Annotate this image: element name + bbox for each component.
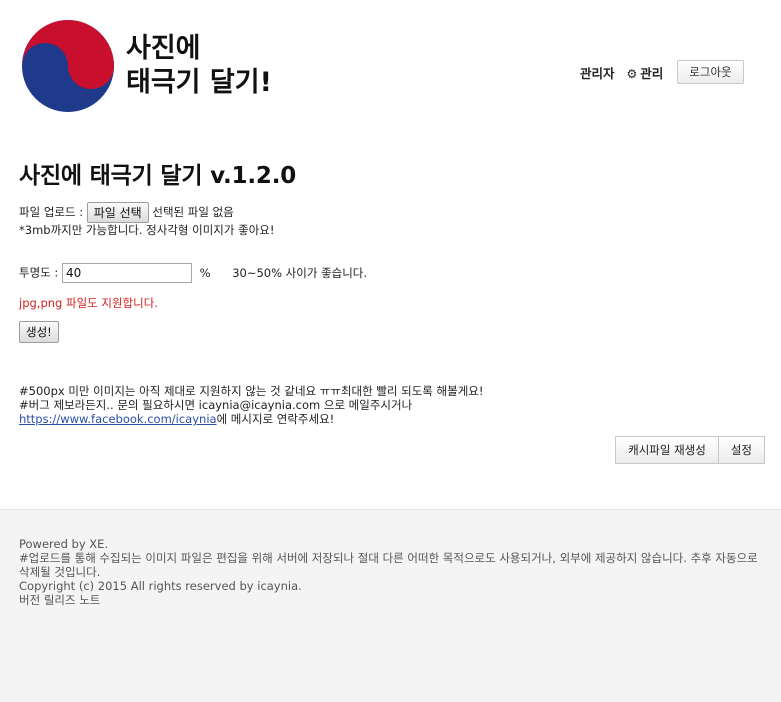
- logout-button[interactable]: 로그아웃: [677, 60, 744, 84]
- regenerate-cache-button[interactable]: 캐시파일 재생성: [615, 436, 719, 464]
- opacity-unit: %: [199, 265, 211, 280]
- release-notes-link[interactable]: 버전 릴리즈 노트: [19, 593, 765, 607]
- notice-line-3-suffix: 에 메시지로 연락주세요!: [216, 412, 335, 426]
- settings-button[interactable]: 설정: [718, 436, 765, 464]
- footer-disclaimer: #업로드를 통해 수집되는 이미지 파일은 편집을 위해 서버에 저장되나 절대…: [19, 551, 758, 579]
- opacity-hint: 30~50% 사이가 좋습니다.: [232, 265, 368, 280]
- admin-button-group: 캐시파일 재생성 설정: [615, 436, 765, 464]
- file-status: 선택된 파일 없음: [152, 205, 234, 219]
- opacity-label: 투명도 :: [19, 265, 59, 280]
- gear-icon: ⚙: [626, 66, 638, 81]
- main-content: 사진에 태극기 달기! 관리자 ⚙ 관리 로그아웃 사진에 태극기 달기 v.1.…: [0, 0, 781, 510]
- facebook-link[interactable]: https://www.facebook.com/icaynia: [19, 412, 217, 426]
- site-title-line1: 사진에: [126, 33, 201, 64]
- opacity-input[interactable]: 40: [61, 263, 192, 283]
- site-title-line2: 태극기 달기!: [126, 67, 272, 98]
- size-note: *3mb까지만 가능합니다. 정사각형 이미지가 좋아요!: [19, 223, 275, 237]
- page-title: 사진에 태극기 달기 v.1.2.0: [19, 163, 297, 189]
- file-select-button[interactable]: 파일 선택: [86, 202, 149, 223]
- site-title[interactable]: 사진에 태극기 달기!: [126, 32, 272, 100]
- footer: Powered by XE. #업로드를 통해 수집되는 이미지 파일은 편집을…: [19, 537, 765, 607]
- copyright: Copyright (c) 2015 All rights reserved b…: [19, 579, 302, 593]
- powered-by: Powered by XE.: [19, 537, 109, 551]
- upload-label: 파일 업로드 :: [19, 205, 84, 219]
- top-nav: 관리자 ⚙ 관리 로그아웃: [580, 60, 744, 84]
- manage-link[interactable]: ⚙ 관리: [627, 63, 664, 82]
- admin-user-link[interactable]: 관리자: [580, 63, 615, 82]
- taegeuk-logo[interactable]: [22, 20, 114, 112]
- notice-line-3: https://www.facebook.com/icaynia에 메시지로 연…: [19, 411, 334, 427]
- upload-row: 파일 업로드 : 파일 선택 선택된 파일 없음: [19, 202, 234, 223]
- manage-label: 관리: [640, 65, 664, 81]
- generate-button[interactable]: 생성!: [19, 321, 59, 343]
- opacity-row: 투명도 : 40 % 30~50% 사이가 좋습니다.: [19, 263, 367, 283]
- generate-row: 생성!: [19, 321, 59, 343]
- format-note: jpg,png 파일도 지원합니다.: [19, 296, 158, 310]
